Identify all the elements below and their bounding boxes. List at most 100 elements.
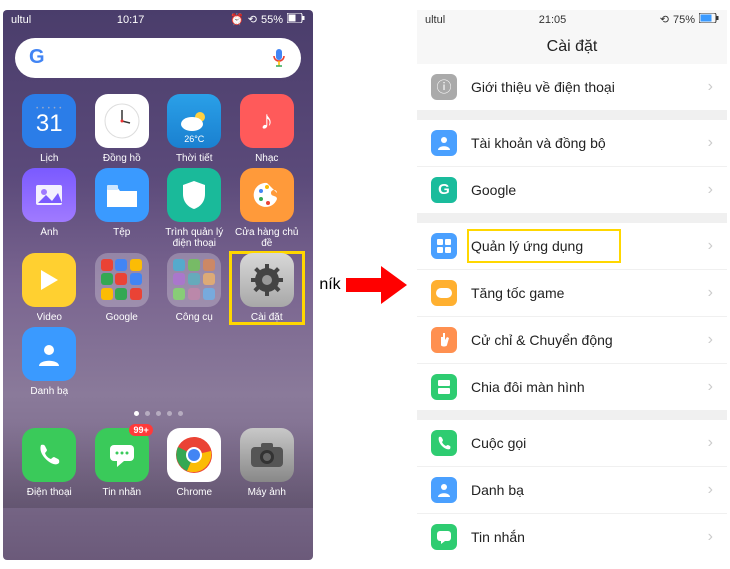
row-label: Chia đôi màn hình bbox=[471, 379, 708, 395]
dock-camera[interactable]: Máy ảnh bbox=[231, 428, 304, 498]
status-bar: ultul 10:17 ⏰ ⟲ 55% bbox=[3, 10, 313, 30]
sync-icon: ⟲ bbox=[248, 13, 257, 26]
app-label: Đồng hồ bbox=[103, 153, 141, 164]
row-call[interactable]: Cuộc gọi › bbox=[417, 420, 727, 467]
app-clock[interactable]: Đồng hồ bbox=[86, 94, 159, 164]
chrome-icon bbox=[167, 428, 221, 482]
chevron-right-icon: › bbox=[708, 378, 713, 396]
row-label: Tài khoản và đồng bộ bbox=[471, 135, 708, 151]
app-label: Lịch bbox=[40, 153, 58, 164]
app-video[interactable]: Video bbox=[13, 253, 86, 323]
battery-icon bbox=[287, 13, 305, 26]
row-contacts[interactable]: Danh bạ › bbox=[417, 467, 727, 514]
row-label: Tăng tốc game bbox=[471, 285, 708, 301]
folder-google-icon bbox=[95, 253, 149, 307]
arrow-divider: ník bbox=[313, 260, 417, 310]
app-settings[interactable]: Cài đặt bbox=[231, 253, 304, 323]
voice-search-icon[interactable] bbox=[271, 48, 287, 68]
battery-icon bbox=[699, 13, 719, 26]
app-label: Video bbox=[37, 312, 62, 323]
app-label: Ảnh bbox=[40, 227, 58, 238]
row-app-management[interactable]: Quản lý ứng dụng › bbox=[417, 223, 727, 270]
app-label: Trình quản lý điện thoại bbox=[159, 227, 229, 249]
app-tools-folder[interactable]: Công cụ bbox=[158, 253, 231, 323]
folder-icon bbox=[95, 168, 149, 222]
play-icon bbox=[22, 253, 76, 307]
row-split-screen[interactable]: Chia đôi màn hình › bbox=[417, 364, 727, 410]
row-label: Cuộc gọi bbox=[471, 435, 708, 451]
arrow-right-icon bbox=[341, 260, 411, 310]
hand-icon bbox=[431, 327, 457, 353]
signal-icon: ultul bbox=[425, 14, 445, 26]
page-indicator bbox=[3, 411, 313, 416]
sync-icon: ⟲ bbox=[660, 13, 669, 26]
row-about-phone[interactable]: ⓘ Giới thiệu về điện thoại › bbox=[417, 64, 727, 110]
dock-phone[interactable]: Điện thoại bbox=[13, 428, 86, 498]
clock-text: 10:17 bbox=[117, 14, 145, 26]
app-weather[interactable]: 26°C Thời tiết bbox=[158, 94, 231, 164]
app-label: Google bbox=[106, 312, 138, 323]
row-account-sync[interactable]: Tài khoản và đồng bộ › bbox=[417, 120, 727, 167]
music-icon: ♪ bbox=[240, 94, 294, 148]
app-google-folder[interactable]: Google bbox=[86, 253, 159, 323]
app-label: Máy ảnh bbox=[248, 487, 286, 498]
app-label: Thời tiết bbox=[176, 153, 213, 164]
app-label: Công cụ bbox=[176, 312, 213, 323]
alarm-icon: ⏰ bbox=[230, 13, 244, 26]
chevron-right-icon: › bbox=[708, 134, 713, 152]
dock-messages[interactable]: 99+ Tin nhắn bbox=[86, 428, 159, 498]
person-icon bbox=[431, 130, 457, 156]
photo-icon bbox=[22, 168, 76, 222]
phone-icon bbox=[22, 428, 76, 482]
camera-icon bbox=[240, 428, 294, 482]
row-label: Google bbox=[471, 182, 708, 198]
chevron-right-icon: › bbox=[708, 237, 713, 255]
dock: Điện thoại 99+ Tin nhắn Chrome Máy ảnh bbox=[3, 422, 313, 508]
battery-text: 55% bbox=[261, 14, 283, 26]
chevron-right-icon: › bbox=[708, 284, 713, 302]
row-label: Danh bạ bbox=[471, 482, 708, 498]
home-screen: ultul 10:17 ⏰ ⟲ 55% G • • • • •31 Lịch Đ… bbox=[3, 10, 313, 560]
row-game-boost[interactable]: Tăng tốc game › bbox=[417, 270, 727, 317]
row-label: Cử chỉ & Chuyển động bbox=[471, 332, 708, 348]
app-label: Chrome bbox=[176, 487, 212, 498]
row-messages[interactable]: Tin nhắn › bbox=[417, 514, 727, 560]
app-files[interactable]: Tệp bbox=[86, 168, 159, 249]
badge: 99+ bbox=[129, 424, 152, 436]
phone-icon bbox=[431, 430, 457, 456]
app-label: Cài đặt bbox=[251, 312, 283, 323]
message-icon bbox=[431, 524, 457, 550]
row-label: Giới thiệu về điện thoại bbox=[471, 79, 708, 95]
chevron-right-icon: › bbox=[708, 434, 713, 452]
dock-chrome[interactable]: Chrome bbox=[158, 428, 231, 498]
person-icon bbox=[22, 327, 76, 381]
app-music[interactable]: ♪ Nhạc bbox=[231, 94, 304, 164]
chevron-right-icon: › bbox=[708, 331, 713, 349]
app-theme-store[interactable]: Cửa hàng chủ đề bbox=[231, 168, 304, 249]
google-logo-icon: G bbox=[29, 46, 45, 69]
info-icon: ⓘ bbox=[431, 74, 457, 100]
app-label: Cửa hàng chủ đề bbox=[232, 227, 302, 249]
person-icon bbox=[431, 477, 457, 503]
gear-icon bbox=[240, 253, 294, 307]
chevron-right-icon: › bbox=[708, 481, 713, 499]
row-label: Tin nhắn bbox=[471, 529, 708, 545]
app-phone-manager[interactable]: Trình quản lý điện thoại bbox=[158, 168, 231, 249]
google-g-icon: G bbox=[431, 177, 457, 203]
app-photos[interactable]: Ảnh bbox=[13, 168, 86, 249]
app-label: Tệp bbox=[113, 227, 130, 238]
weather-icon: 26°C bbox=[167, 94, 221, 148]
row-google[interactable]: G Google › bbox=[417, 167, 727, 213]
row-gestures[interactable]: Cử chỉ & Chuyển động › bbox=[417, 317, 727, 364]
app-calendar[interactable]: • • • • •31 Lịch bbox=[13, 94, 86, 164]
signal-icon: ultul bbox=[11, 14, 31, 26]
shield-icon bbox=[167, 168, 221, 222]
clock-text: 21:05 bbox=[539, 14, 567, 26]
message-icon: 99+ bbox=[95, 428, 149, 482]
app-label: Điện thoại bbox=[27, 487, 72, 498]
chevron-right-icon: › bbox=[708, 78, 713, 96]
folder-tools-icon bbox=[167, 253, 221, 307]
app-contacts[interactable]: Danh bạ bbox=[13, 327, 86, 397]
google-search-bar[interactable]: G bbox=[15, 38, 301, 78]
settings-screen: ultul 21:05 ⟲ 75% Cài đặt ⓘ Giới thiệu v… bbox=[417, 10, 727, 560]
